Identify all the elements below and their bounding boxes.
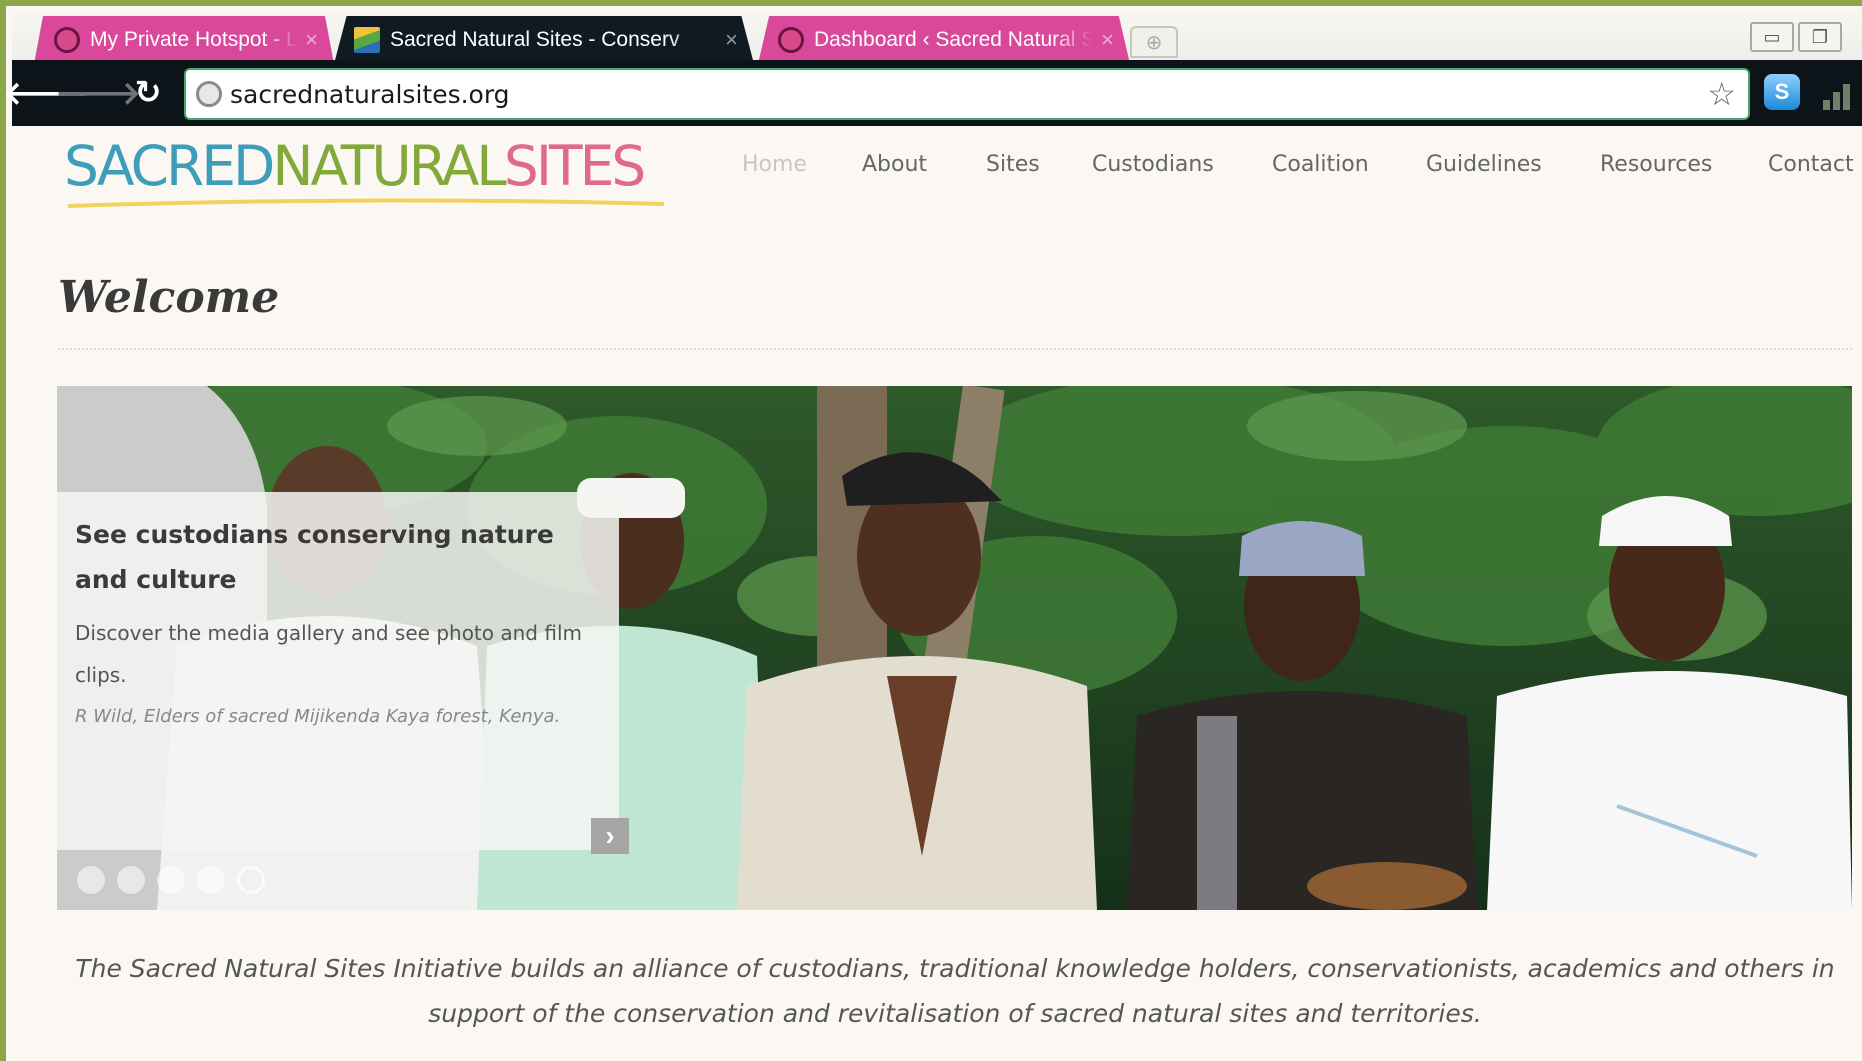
tab-sacred-natural-sites[interactable]: Sacred Natural Sites - Conserv × <box>334 16 754 64</box>
forward-button[interactable]: 🡒 <box>55 72 141 112</box>
main-nav: Home About Sites Custodians Coalition Gu… <box>12 152 1862 192</box>
slider-dot[interactable] <box>197 866 225 894</box>
slide-caption: See custodians conserving nature and cul… <box>57 492 619 850</box>
signal-bars-icon[interactable] <box>1818 74 1854 110</box>
reload-button[interactable]: ↻ <box>126 72 170 112</box>
tab-title: Dashboard ‹ Sacred Natural Si <box>814 28 1094 51</box>
plus-icon: ⊕ <box>1145 31 1163 54</box>
nav-home[interactable]: Home <box>742 152 807 177</box>
restore-icon: ❐ <box>1811 26 1829 47</box>
slider-dot[interactable] <box>77 866 105 894</box>
slider-pagination <box>77 866 265 894</box>
tab-title: Sacred Natural Sites - Conserv <box>390 28 680 51</box>
tab-hotspot[interactable]: My Private Hotspot - Landen / × <box>34 16 334 64</box>
close-icon[interactable]: × <box>725 27 738 53</box>
tab-strip: My Private Hotspot - Landen / × Sacred N… <box>12 12 1862 64</box>
reload-icon: ↻ <box>134 74 162 110</box>
slider-dot[interactable] <box>157 866 185 894</box>
bookmark-star-icon[interactable]: ☆ <box>1707 75 1736 113</box>
tab-title: My Private Hotspot - Landen / <box>90 28 298 51</box>
new-tab-button[interactable]: ⊕ <box>1130 26 1178 58</box>
address-bar[interactable]: ☆ <box>184 68 1750 120</box>
url-input[interactable] <box>230 79 1708 109</box>
nav-sites[interactable]: Sites <box>986 152 1040 177</box>
skype-extension-icon[interactable]: S <box>1764 74 1800 110</box>
close-icon[interactable]: × <box>1101 27 1114 53</box>
nav-about[interactable]: About <box>862 152 927 177</box>
intro-text: The Sacred Natural Sites Initiative buil… <box>75 954 1835 1028</box>
nav-custodians[interactable]: Custodians <box>1092 152 1214 177</box>
photo-credit: R Wild, Elders of sacred Mijikenda Kaya … <box>75 706 561 727</box>
page-title: Welcome <box>58 272 280 323</box>
minimize-button[interactable]: ▭ <box>1750 22 1794 52</box>
slider-dot[interactable] <box>117 866 145 894</box>
wordpress-icon <box>54 27 80 53</box>
nav-contact[interactable]: Contact <box>1768 152 1854 177</box>
nav-resources[interactable]: Resources <box>1600 152 1712 177</box>
tab-dashboard[interactable]: Dashboard ‹ Sacred Natural Si × <box>758 16 1130 64</box>
caption-text: Discover the media gallery and see photo… <box>75 621 582 687</box>
nav-guidelines[interactable]: Guidelines <box>1426 152 1542 177</box>
nav-coalition[interactable]: Coalition <box>1272 152 1369 177</box>
minimize-icon: ▭ <box>1763 26 1781 47</box>
next-slide-button[interactable]: › <box>591 818 629 854</box>
restore-button[interactable]: ❐ <box>1798 22 1842 52</box>
browser-window: My Private Hotspot - Landen / × Sacred N… <box>0 0 1862 1061</box>
caption-title[interactable]: See custodians conserving nature and cul… <box>75 512 601 602</box>
image-slider: See custodians conserving nature and cul… <box>57 386 1852 910</box>
wordpress-icon <box>778 27 804 53</box>
browser-toolbar: 🡐 🡒 ↻ ☆ S <box>3 60 1862 126</box>
slider-dot-active[interactable] <box>237 866 265 894</box>
globe-icon <box>196 81 222 107</box>
web-page: SACREDNATURALSITES Home About Sites Cust… <box>12 126 1862 1061</box>
site-favicon-icon <box>354 27 380 53</box>
divider <box>58 348 1852 350</box>
chevron-right-icon: › <box>605 820 615 851</box>
close-icon[interactable]: × <box>305 27 318 53</box>
logo-swoosh <box>67 198 665 208</box>
